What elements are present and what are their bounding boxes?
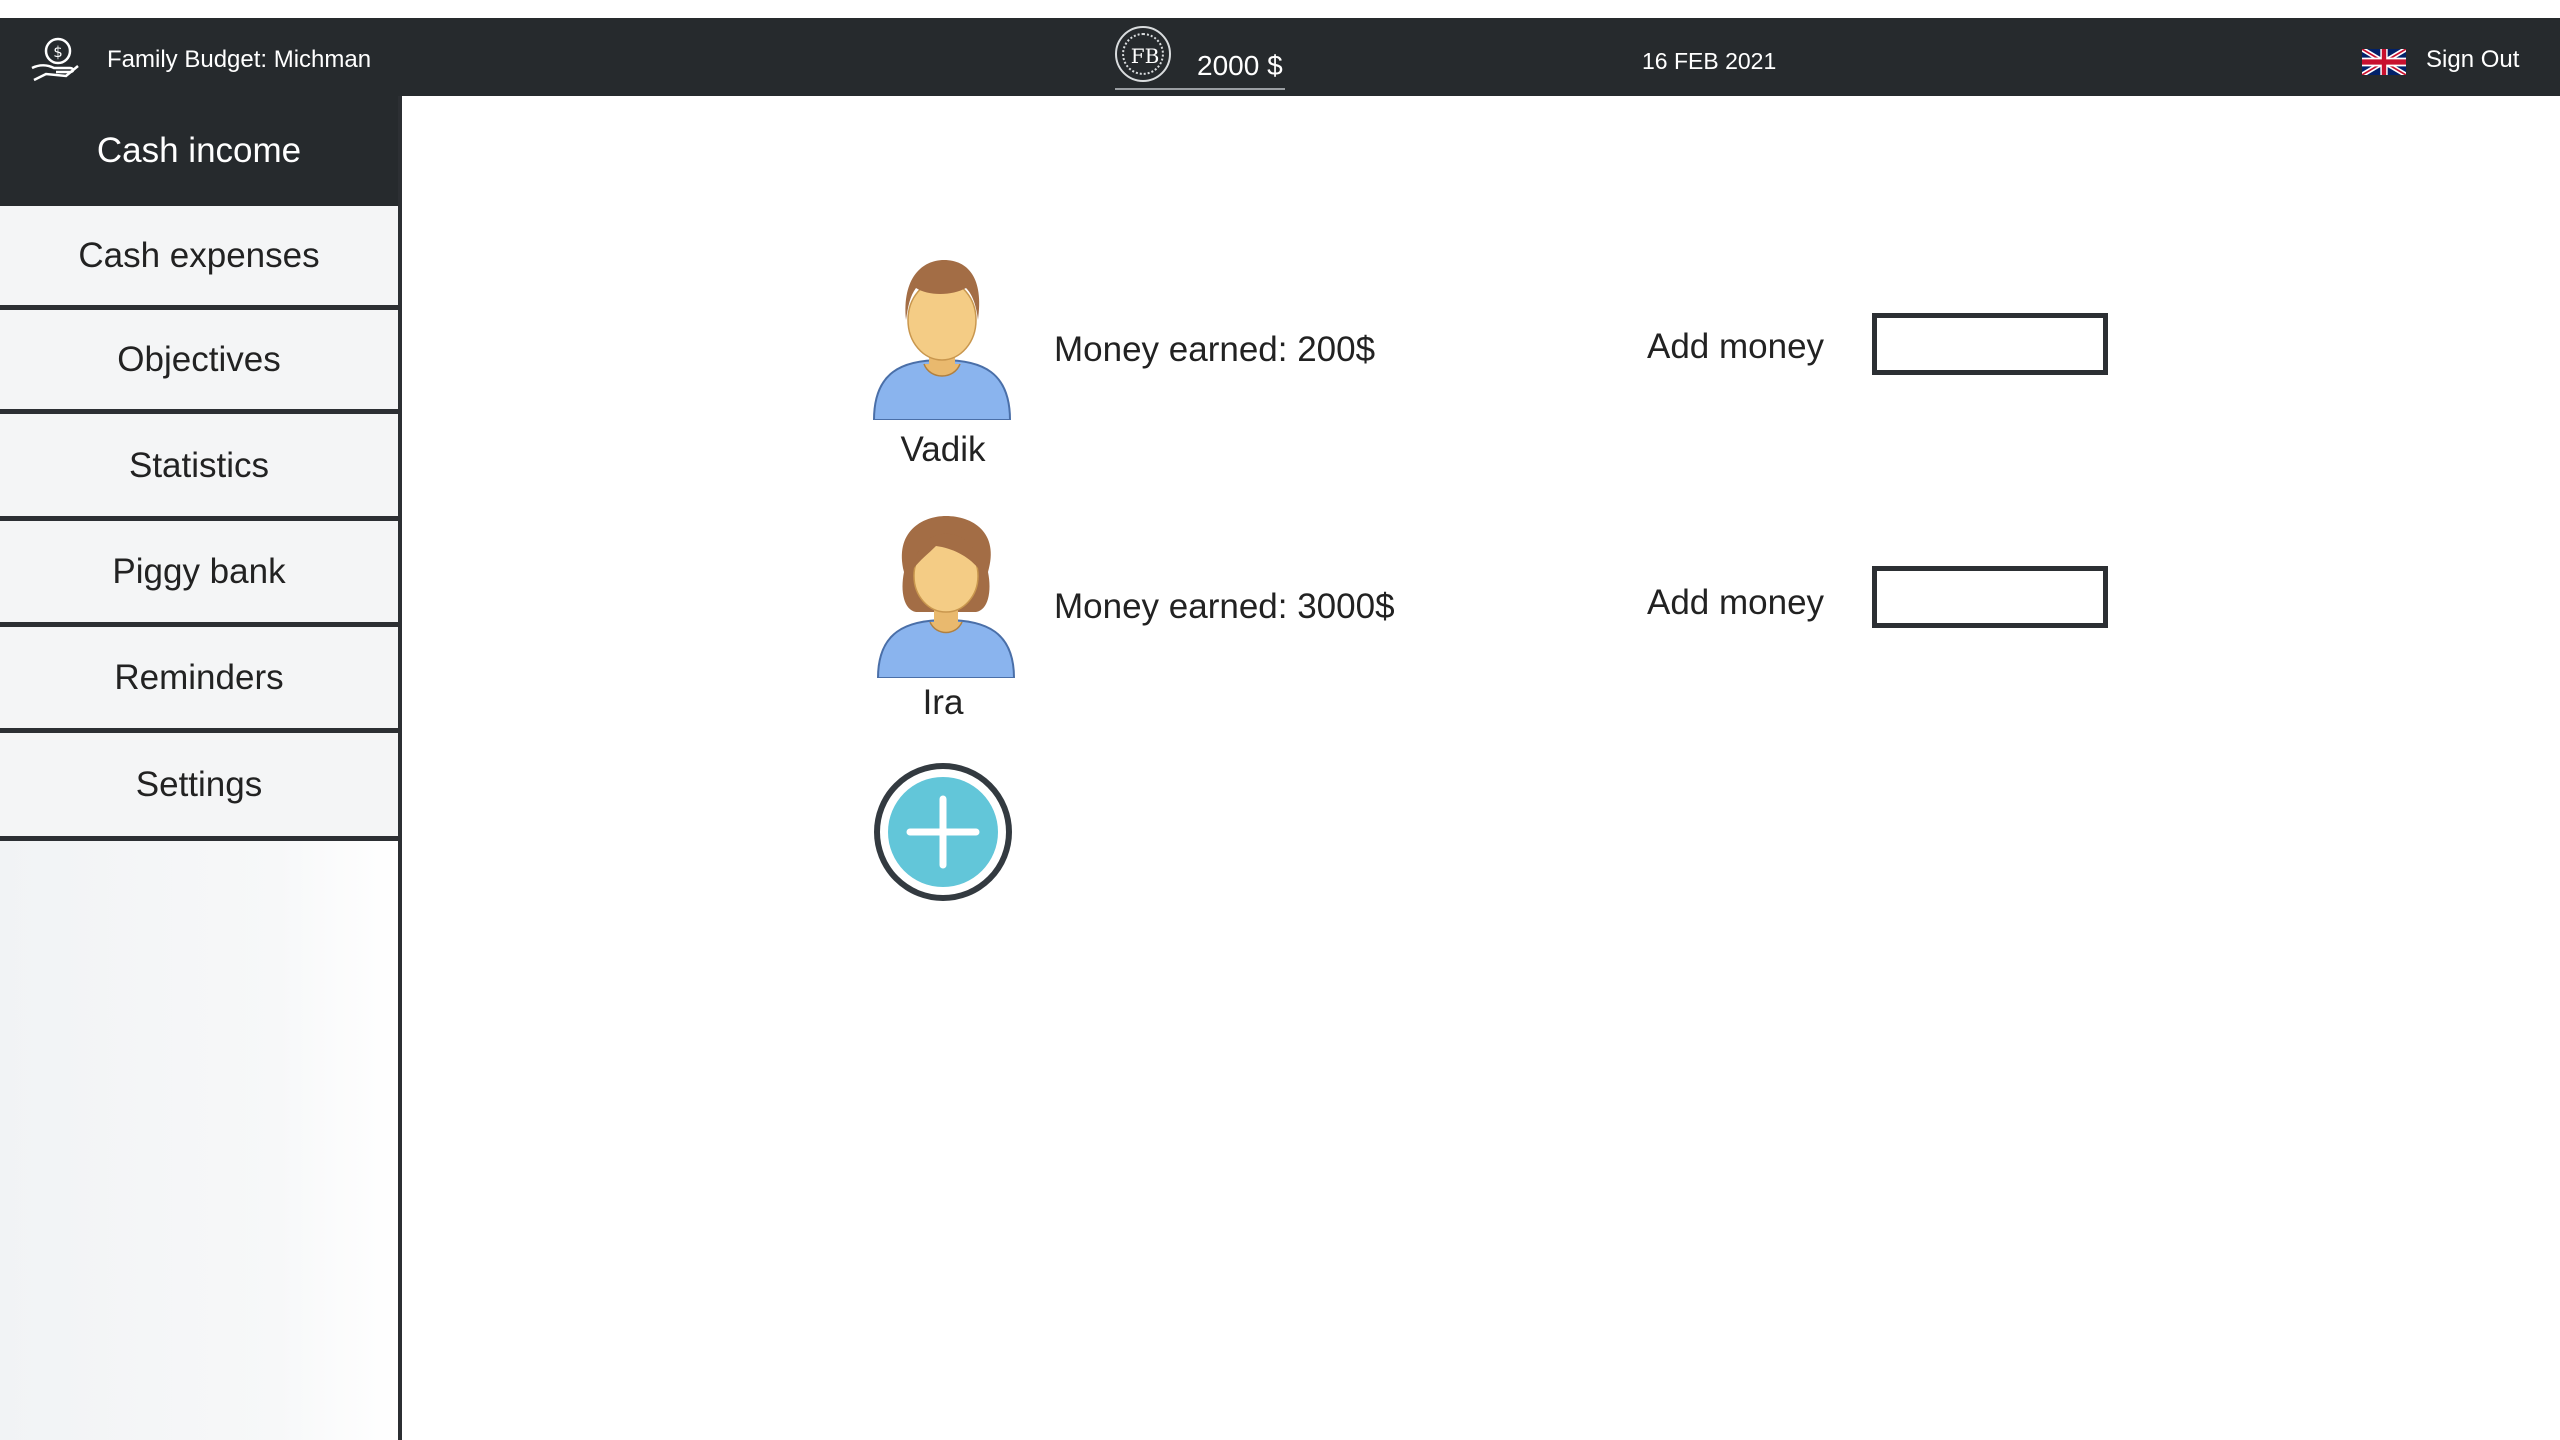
sidebar-item-objectives[interactable]: Objectives	[0, 310, 398, 414]
add-money-input[interactable]	[1872, 313, 2108, 375]
male-avatar-icon	[872, 260, 1012, 420]
sidebar-item-cash-income[interactable]: Cash income	[0, 96, 398, 206]
sidebar-item-reminders[interactable]: Reminders	[0, 627, 398, 733]
add-money-label: Add money	[1647, 583, 1825, 622]
balance-display: FB 2000 $	[1115, 24, 1285, 90]
add-person-circle	[888, 777, 998, 887]
coin-label: FB	[1130, 44, 1160, 68]
money-earned-text: Money earned: 200$	[1054, 330, 1376, 369]
sidebar-item-cash-expenses[interactable]: Cash expenses	[0, 206, 398, 310]
plus-icon	[906, 795, 980, 869]
current-date: 16 FEB 2021	[1642, 48, 1777, 74]
uk-flag-icon[interactable]	[2362, 49, 2406, 75]
add-money-label: Add money	[1647, 327, 1825, 366]
female-avatar-icon	[876, 516, 1016, 678]
app-title: Family Budget: Michman	[107, 46, 372, 73]
sidebar-item-piggy-bank[interactable]: Piggy bank	[0, 521, 398, 627]
sidebar-item-settings[interactable]: Settings	[0, 733, 398, 841]
add-money-input[interactable]	[1872, 566, 2108, 628]
add-person-button[interactable]	[874, 763, 1012, 901]
money-earned-text: Money earned: 3000$	[1054, 587, 1395, 626]
sidebar: Cash income Cash expenses Objectives Sta…	[0, 96, 402, 1440]
money-hand-logo-icon: $	[31, 37, 79, 82]
balance-value: 2000 $	[1197, 50, 1283, 81]
fb-coin-icon: FB	[1115, 26, 1171, 82]
person-name: Vadik	[900, 430, 986, 469]
sign-out-link[interactable]: Sign Out	[2426, 46, 2519, 74]
sidebar-item-statistics[interactable]: Statistics	[0, 414, 398, 521]
top-bar: $ Family Budget: Michman FB 2000 $ 16 FE…	[0, 18, 2560, 96]
svg-text:$: $	[53, 43, 63, 61]
person-name: Ira	[922, 683, 964, 722]
